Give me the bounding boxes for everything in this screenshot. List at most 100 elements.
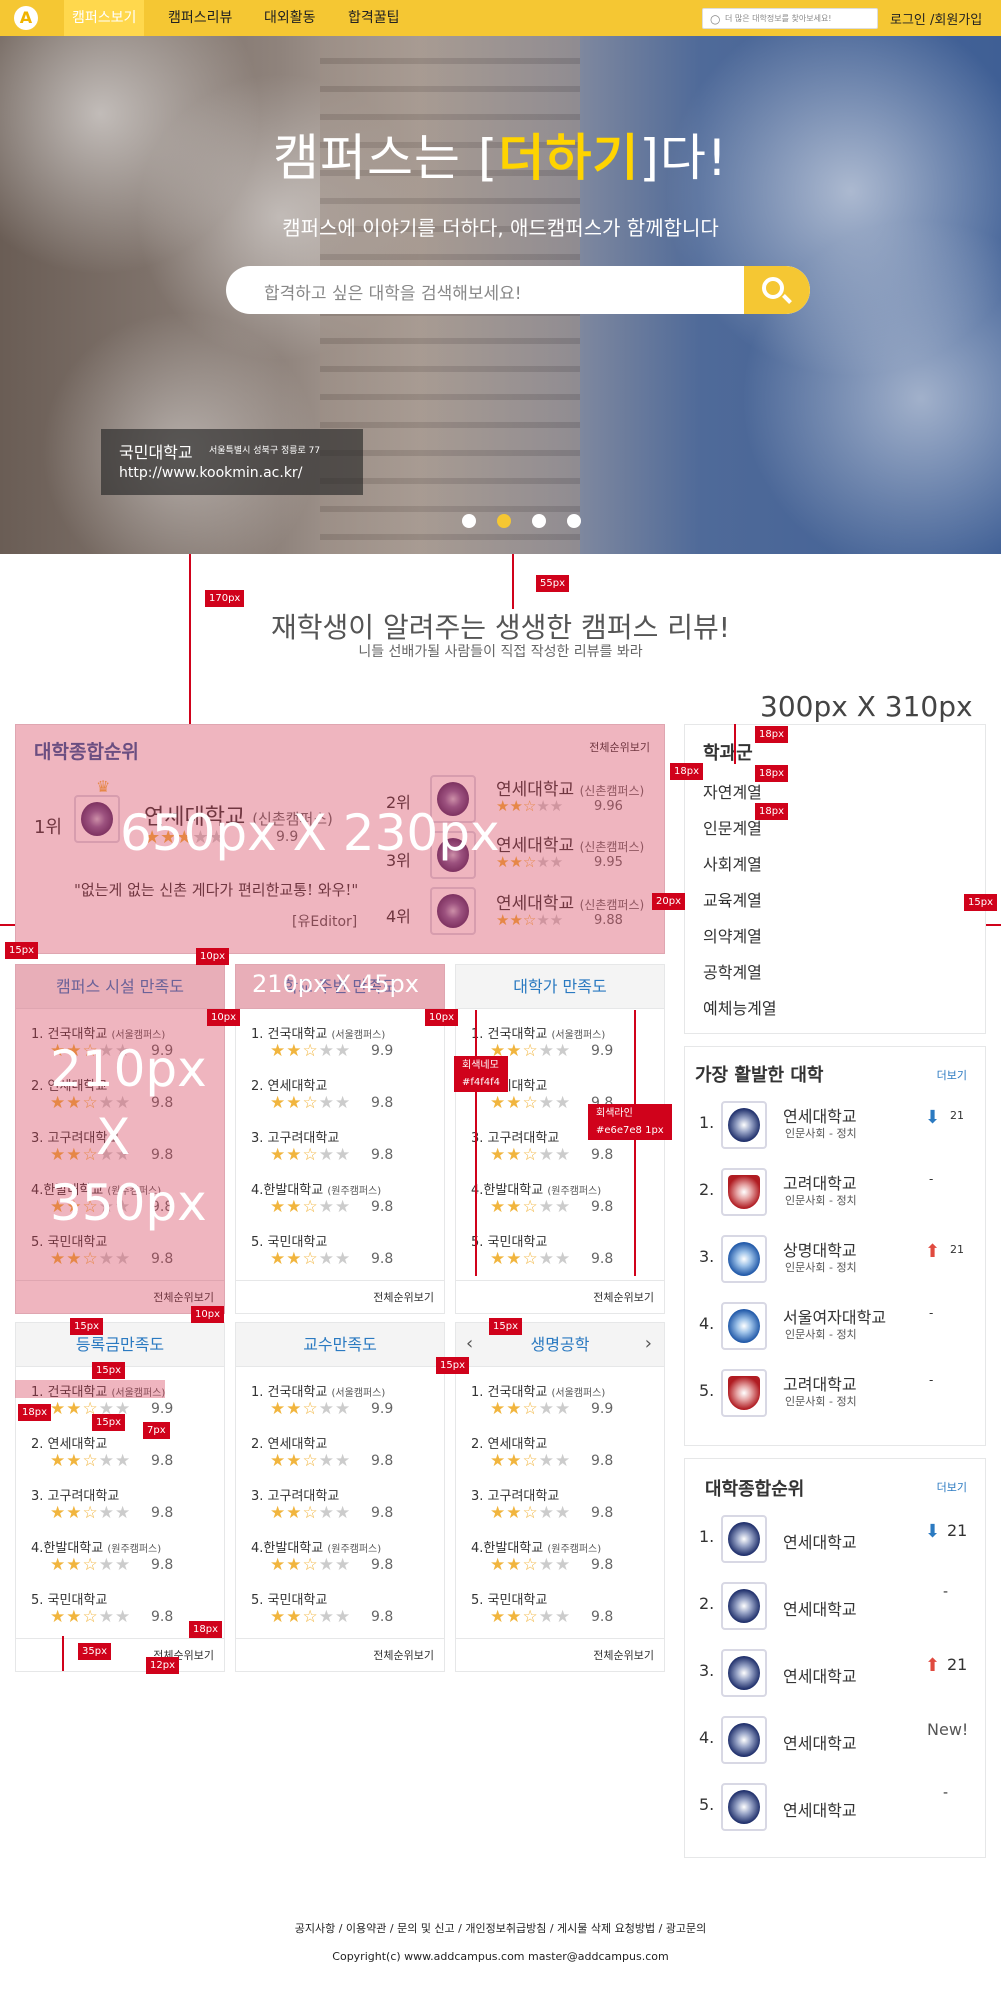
top-search-input[interactable]: ○ 더 많은 대학정보를 찾아보세요! bbox=[702, 8, 878, 29]
list-item[interactable]: 5. 국민대학교 bbox=[251, 1231, 327, 1250]
login-link[interactable]: 로그인 /회원가입 bbox=[890, 9, 982, 28]
list-item[interactable]: 1. 건국대학교 (서울캠퍼스) bbox=[251, 1381, 385, 1400]
rating-stars: ★★☆★★ bbox=[270, 1093, 352, 1113]
rating-stars: ★★☆★★ bbox=[490, 1197, 572, 1217]
rating-card-more[interactable]: 전체순위보기 bbox=[593, 1647, 654, 1663]
department-item-natural[interactable]: 자연계열 bbox=[703, 779, 762, 803]
hero-title: 캠퍼스는 [더하기]다! bbox=[273, 129, 728, 187]
university-name[interactable]: 연세대학교 bbox=[783, 1103, 857, 1127]
list-item[interactable]: 4.한발대학교 (원주캠퍼스) bbox=[471, 1537, 601, 1556]
spec-label: 15px bbox=[5, 942, 38, 959]
rating-score: 9.8 bbox=[591, 1557, 614, 1573]
nav-tips[interactable]: 합격꿀팁 bbox=[348, 0, 400, 36]
active-university-panel: 가장 활발한 대학 더보기 1. 연세대학교 인문사회 - 정치 ⬇ 21 2. 고려대학교… bbox=[684, 1046, 986, 1446]
rating-score: 9.8 bbox=[371, 1557, 394, 1573]
list-item[interactable]: 3. 고구려대학교 bbox=[471, 1485, 559, 1504]
rating-stars: ★★☆★★ bbox=[490, 1451, 572, 1471]
rank-number: 3. bbox=[699, 1661, 715, 1680]
active-university-more[interactable]: 더보기 bbox=[937, 1067, 967, 1083]
list-item[interactable]: 3. 고구려대학교 bbox=[251, 1485, 339, 1504]
list-item[interactable]: 4.한발대학교 (원주캠퍼스) bbox=[251, 1179, 381, 1198]
chevron-right-icon[interactable]: › bbox=[645, 1333, 652, 1354]
list-item[interactable]: 1. 건국대학교 (서울캠퍼스) bbox=[471, 1381, 605, 1400]
list-item[interactable]: 2. 연세대학교 bbox=[31, 1433, 107, 1452]
list-item[interactable]: 2. 연세대학교 bbox=[251, 1433, 327, 1452]
department-item-humanities[interactable]: 인문계열 bbox=[703, 815, 762, 839]
spec-label: X bbox=[96, 1108, 131, 1166]
department-item-medical[interactable]: 의약계열 bbox=[703, 923, 762, 947]
rating-card-more[interactable]: 전체순위보기 bbox=[373, 1647, 434, 1663]
rating-score: 9.8 bbox=[371, 1251, 394, 1267]
spec-line bbox=[475, 1010, 477, 1276]
rank-change: 21 bbox=[950, 1109, 964, 1122]
list-item[interactable]: 5. 국민대학교 bbox=[31, 1589, 107, 1608]
hero-search-button[interactable] bbox=[744, 266, 810, 314]
university-name[interactable]: 서울여자대학교 bbox=[783, 1304, 886, 1328]
university-name[interactable]: 고려대학교 bbox=[783, 1371, 857, 1395]
rating-score: 9.8 bbox=[151, 1609, 174, 1625]
list-item[interactable]: 4.한발대학교 (원주캠퍼스) bbox=[471, 1179, 601, 1198]
rating-card-title[interactable]: 생명공학 bbox=[456, 1323, 664, 1367]
list-item[interactable]: 5. 국민대학교 bbox=[471, 1589, 547, 1608]
university-crest bbox=[721, 1716, 767, 1764]
list-item[interactable]: 5. 국민대학교 bbox=[251, 1589, 327, 1608]
department-item-arts[interactable]: 예체능계열 bbox=[703, 995, 777, 1019]
rating-card-more[interactable]: 전체순위보기 bbox=[593, 1289, 654, 1305]
rating-card-title[interactable]: 대학가 만족도 bbox=[456, 965, 664, 1009]
university-name[interactable]: 연세대학교 bbox=[783, 1529, 857, 1553]
list-item[interactable]: 4.한발대학교 (원주캠퍼스) bbox=[31, 1537, 161, 1556]
logo-icon[interactable]: A bbox=[14, 6, 38, 30]
slider-dot-4[interactable] bbox=[567, 514, 581, 528]
university-name[interactable]: 연세대학교 bbox=[783, 1663, 857, 1687]
list-item[interactable]: 3. 고구려대학교 bbox=[471, 1127, 559, 1146]
rating-score: 9.8 bbox=[151, 1557, 174, 1573]
footer-links[interactable]: 공지사항 / 이용약관 / 문의 및 신고 / 개인정보취급방침 / 게시물 삭… bbox=[0, 1920, 1001, 1936]
spec-label-gray-box: 회색네모 #f4f4f4 bbox=[454, 1056, 509, 1092]
rating-card-title[interactable]: 교수만족도 bbox=[236, 1323, 444, 1367]
rating-stars: ★★☆★★ bbox=[50, 1451, 132, 1471]
rating-score: 9.9 bbox=[371, 1401, 394, 1417]
rating-score: 9.9 bbox=[591, 1043, 614, 1059]
rating-card-title[interactable]: 등록금만족도 bbox=[16, 1323, 224, 1367]
nav-activities[interactable]: 대외활동 bbox=[264, 0, 316, 36]
rating-score: 9.8 bbox=[371, 1609, 394, 1625]
department-item-social[interactable]: 사회계열 bbox=[703, 851, 762, 875]
university-name[interactable]: 연세대학교 bbox=[783, 1797, 857, 1821]
university-name[interactable]: 연세대학교 bbox=[783, 1730, 857, 1754]
spec-label: 650px X 230px bbox=[120, 804, 500, 862]
nav-campus-review[interactable]: 캠퍼스리뷰 bbox=[168, 0, 232, 36]
university-name[interactable]: 상명대학교 bbox=[783, 1237, 857, 1261]
chevron-left-icon[interactable]: ‹ bbox=[466, 1333, 473, 1354]
rank-number: 2. bbox=[699, 1594, 715, 1613]
caption-url[interactable]: http://www.kookmin.ac.kr/ bbox=[119, 465, 302, 481]
nav-campus-view[interactable]: 캠퍼스보기 bbox=[64, 0, 145, 36]
slider-dot-2[interactable] bbox=[497, 514, 511, 528]
list-item[interactable]: 3. 고구려대학교 bbox=[31, 1485, 119, 1504]
slider-dot-3[interactable] bbox=[532, 514, 546, 528]
rating-stars: ★★☆★★ bbox=[50, 1503, 132, 1523]
hero-search-input[interactable]: 합격하고 싶은 대학을 검색해보세요! bbox=[226, 266, 810, 314]
rating-card: 교수만족도 1. 건국대학교 (서울캠퍼스) ★★☆★★ 9.9 2. 연세대학교 ★★… bbox=[235, 1322, 445, 1672]
department-item-engineering[interactable]: 공학계열 bbox=[703, 959, 762, 983]
university-name[interactable]: 연세대학교 bbox=[783, 1596, 857, 1620]
spec-label: 170px bbox=[205, 590, 245, 607]
department-item-education[interactable]: 교육계열 bbox=[703, 887, 762, 911]
list-item[interactable]: 3. 고구려대학교 bbox=[251, 1127, 339, 1146]
list-item[interactable]: 2. 연세대학교 bbox=[471, 1433, 547, 1452]
list-item[interactable]: 1. 건국대학교 (서울캠퍼스) bbox=[471, 1023, 605, 1042]
list-item[interactable]: 5. 국민대학교 bbox=[471, 1231, 547, 1250]
rating-stars: ★★☆★★ bbox=[490, 1145, 572, 1165]
spec-label: 7px bbox=[143, 1422, 170, 1439]
rank-change: - bbox=[943, 1785, 949, 1801]
rating-stars: ★★☆★★ bbox=[270, 1041, 352, 1061]
spec-label: 15px bbox=[964, 894, 997, 911]
slider-dot-1[interactable] bbox=[462, 514, 476, 528]
list-item[interactable]: 1. 건국대학교 (서울캠퍼스) bbox=[251, 1023, 385, 1042]
list-item[interactable]: 2. 연세대학교 bbox=[251, 1075, 327, 1094]
overall-rank-more[interactable]: 더보기 bbox=[937, 1479, 967, 1495]
list-item[interactable]: 4.한발대학교 (원주캠퍼스) bbox=[251, 1537, 381, 1556]
rating-card-more[interactable]: 전체순위보기 bbox=[373, 1289, 434, 1305]
spec-highlight-row bbox=[15, 1380, 165, 1398]
university-name[interactable]: 고려대학교 bbox=[783, 1170, 857, 1194]
rank-number: 5. bbox=[699, 1381, 715, 1400]
